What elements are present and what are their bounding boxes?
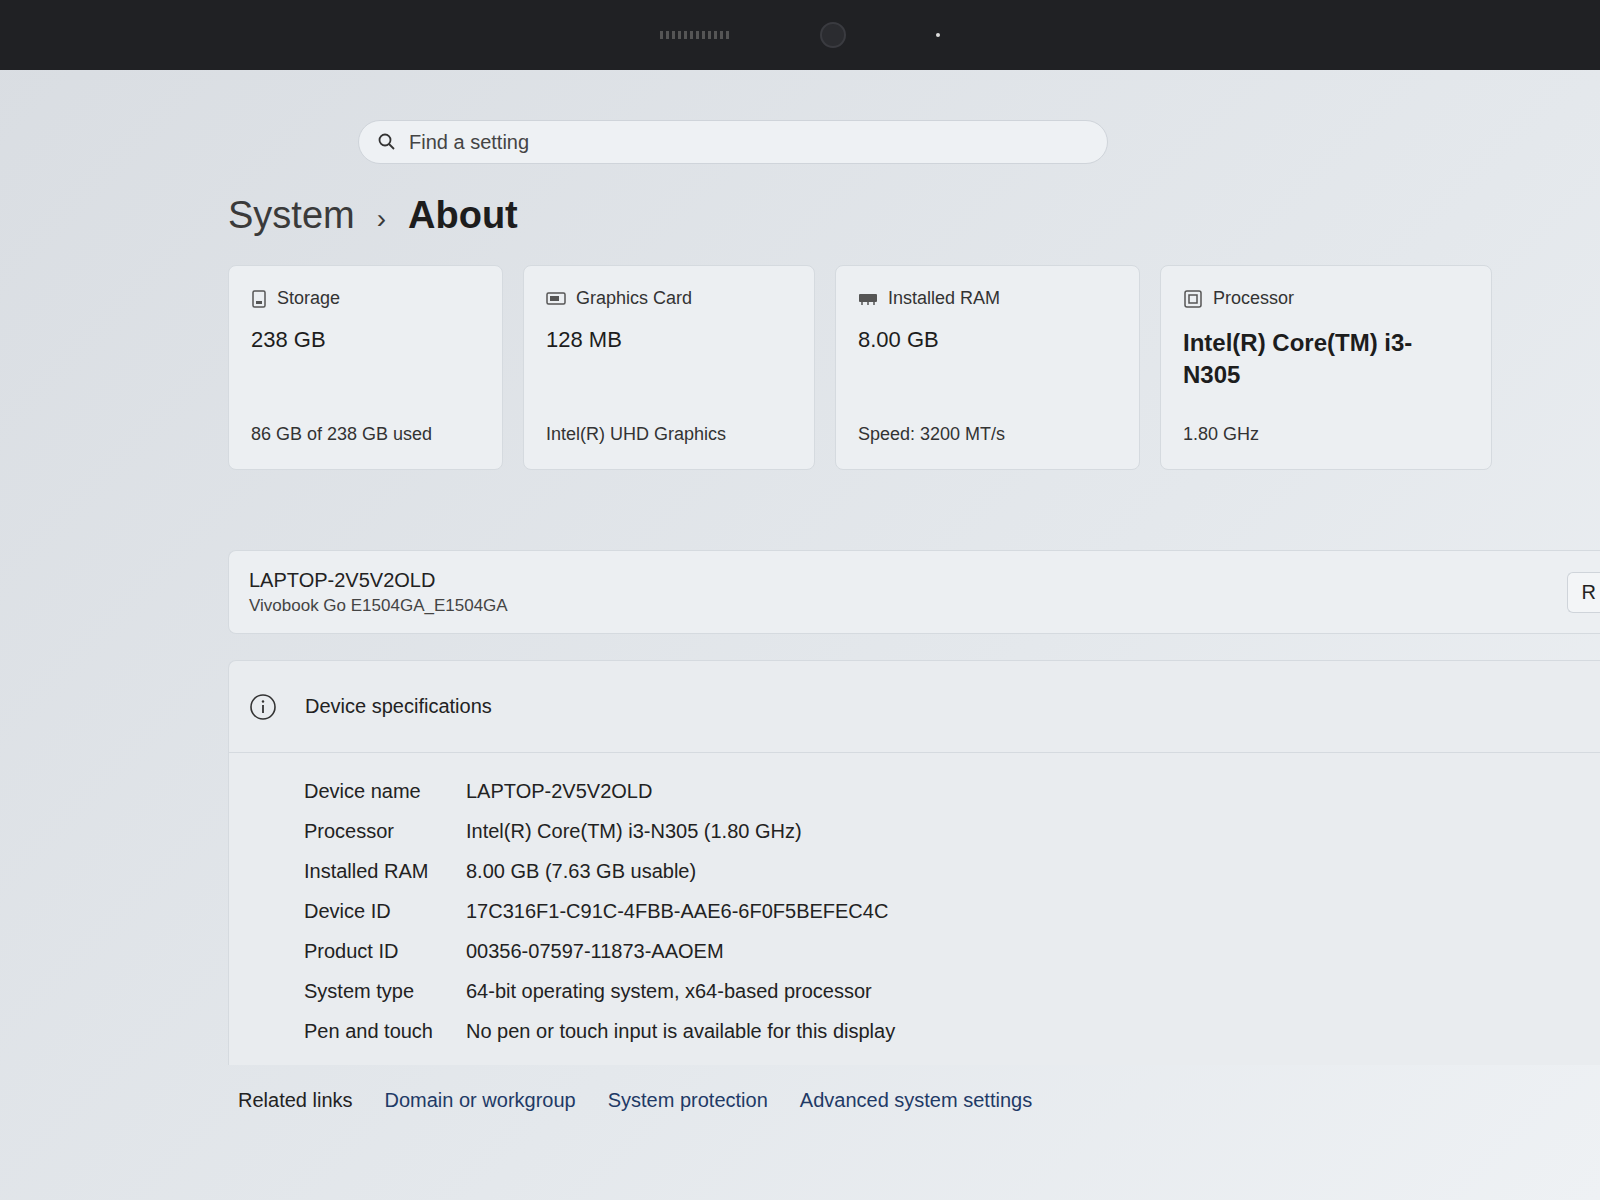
summary-card: Installed RAM 8.00 GB Speed: 3200 MT/s bbox=[835, 265, 1140, 470]
card-detail: Speed: 3200 MT/s bbox=[858, 424, 1117, 445]
info-icon bbox=[249, 693, 277, 721]
spec-value: 64-bit operating system, x64-based proce… bbox=[466, 980, 1600, 1003]
card-label: Graphics Card bbox=[576, 288, 692, 309]
card-value: 128 MB bbox=[546, 327, 792, 353]
led bbox=[936, 33, 940, 37]
card-label: Processor bbox=[1213, 288, 1294, 309]
laptop-bezel bbox=[0, 0, 1600, 70]
spec-label: System type bbox=[304, 980, 466, 1003]
card-detail: Intel(R) UHD Graphics bbox=[546, 424, 792, 445]
card-label: Storage bbox=[277, 288, 340, 309]
settings-screen: Find a setting System › About Storage 238 GB 8… bbox=[0, 0, 1600, 1200]
card-value: 238 GB bbox=[251, 327, 480, 353]
related-link[interactable]: System protection bbox=[608, 1089, 768, 1112]
spec-value: No pen or touch input is available for t… bbox=[466, 1020, 1600, 1043]
spec-label: Installed RAM bbox=[304, 860, 466, 883]
device-row: LAPTOP-2V5V2OLD Vivobook Go E1504GA_E1504… bbox=[228, 550, 1600, 634]
specifications-header[interactable]: Device specifications bbox=[229, 661, 1600, 753]
spec-value: 00356-07597-11873-AAOEM bbox=[466, 940, 1600, 963]
related-link[interactable]: Domain or workgroup bbox=[385, 1089, 576, 1112]
grille bbox=[660, 31, 730, 39]
content: Find a setting System › About Storage 238 GB 8… bbox=[0, 70, 1600, 1200]
spec-row: ProcessorIntel(R) Core(TM) i3-N305 (1.80… bbox=[304, 811, 1600, 851]
spec-value: Intel(R) Core(TM) i3-N305 (1.80 GHz) bbox=[466, 820, 1600, 843]
summary-card: Processor Intel(R) Core(TM) i3-N305 1.80 G… bbox=[1160, 265, 1492, 470]
spec-row: Pen and touchNo pen or touch input is av… bbox=[304, 1011, 1600, 1051]
storage-icon bbox=[251, 290, 267, 308]
related-links: Related links Domain or workgroup System p… bbox=[228, 1071, 1600, 1130]
breadcrumb-current: About bbox=[408, 194, 518, 237]
processor-icon bbox=[1183, 289, 1203, 309]
search-icon bbox=[377, 132, 397, 152]
card-value: Intel(R) Core(TM) i3-N305 bbox=[1183, 327, 1469, 392]
card-detail: 86 GB of 238 GB used bbox=[251, 424, 480, 445]
summary-card: Storage 238 GB 86 GB of 238 GB used bbox=[228, 265, 503, 470]
card-value: 8.00 GB bbox=[858, 327, 1117, 353]
spec-value: 8.00 GB (7.63 GB usable) bbox=[466, 860, 1600, 883]
spec-label: Processor bbox=[304, 820, 466, 843]
search-box[interactable]: Find a setting bbox=[358, 120, 1108, 164]
camera-icon bbox=[820, 22, 846, 48]
spec-row: System type64-bit operating system, x64-… bbox=[304, 971, 1600, 1011]
related-links-title: Related links bbox=[238, 1089, 353, 1112]
ram-icon bbox=[858, 292, 878, 306]
spec-label: Product ID bbox=[304, 940, 466, 963]
search-placeholder: Find a setting bbox=[409, 131, 529, 154]
specifications-title: Device specifications bbox=[305, 695, 492, 718]
spec-label: Pen and touch bbox=[304, 1020, 466, 1043]
breadcrumb-parent[interactable]: System bbox=[228, 194, 355, 237]
related-link[interactable]: Advanced system settings bbox=[800, 1089, 1032, 1112]
device-name: LAPTOP-2V5V2OLD bbox=[249, 569, 508, 592]
card-label: Installed RAM bbox=[888, 288, 1000, 309]
summary-cards: Storage 238 GB 86 GB of 238 GB used Graphic… bbox=[228, 265, 1600, 470]
device-specifications: Device specifications Device nameLAPTOP-2… bbox=[228, 660, 1600, 1065]
breadcrumb-separator: › bbox=[377, 203, 386, 235]
summary-card: Graphics Card 128 MB Intel(R) UHD Graphics bbox=[523, 265, 815, 470]
spec-value: 17C316F1-C91C-4FBB-AAE6-6F0F5BEFEC4C bbox=[466, 900, 1600, 923]
spec-label: Device ID bbox=[304, 900, 466, 923]
spec-row: Product ID00356-07597-11873-AAOEM bbox=[304, 931, 1600, 971]
spec-row: Device ID17C316F1-C91C-4FBB-AAE6-6F0F5BE… bbox=[304, 891, 1600, 931]
rename-button[interactable]: R bbox=[1567, 572, 1600, 613]
spec-label: Device name bbox=[304, 780, 466, 803]
spec-row: Installed RAM8.00 GB (7.63 GB usable) bbox=[304, 851, 1600, 891]
breadcrumb: System › About bbox=[228, 194, 1600, 237]
spec-value: LAPTOP-2V5V2OLD bbox=[466, 780, 1600, 803]
card-detail: 1.80 GHz bbox=[1183, 424, 1469, 445]
spec-row: Device nameLAPTOP-2V5V2OLD bbox=[304, 771, 1600, 811]
graphics-card-icon bbox=[546, 291, 566, 307]
device-model: Vivobook Go E1504GA_E1504GA bbox=[249, 596, 508, 616]
